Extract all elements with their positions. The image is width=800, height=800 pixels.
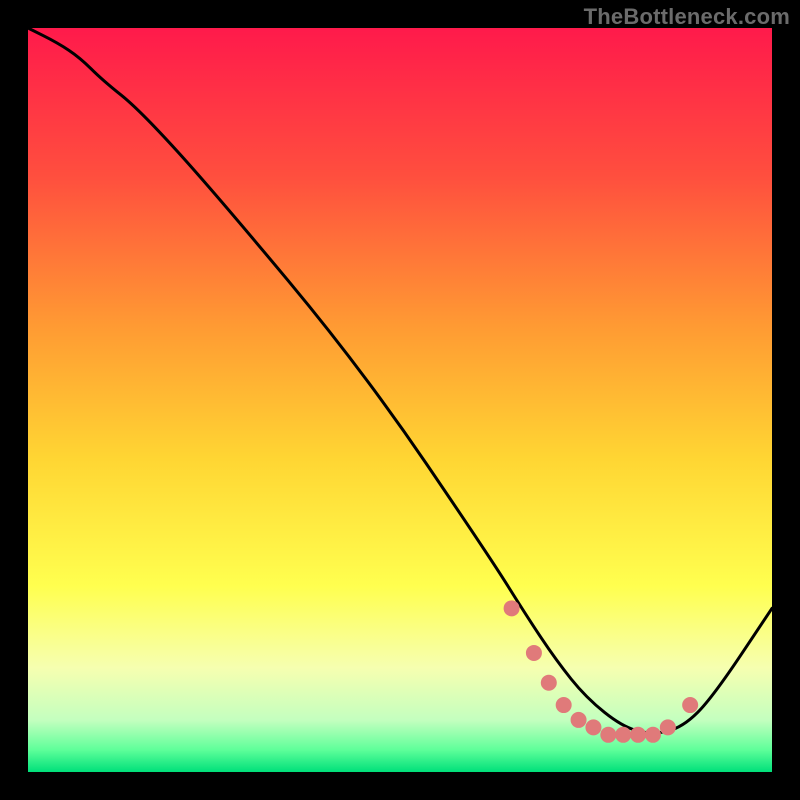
highlight-dot — [630, 727, 646, 743]
highlight-dot — [660, 719, 676, 735]
highlight-dot — [571, 712, 587, 728]
highlight-dot — [585, 719, 601, 735]
chart-frame: TheBottleneck.com — [0, 0, 800, 800]
highlight-dot — [645, 727, 661, 743]
highlight-dot — [541, 675, 557, 691]
highlight-dot — [600, 727, 616, 743]
highlight-dot — [526, 645, 542, 661]
chart-svg — [28, 28, 772, 772]
highlight-dot — [615, 727, 631, 743]
highlight-dot — [504, 600, 520, 616]
watermark-text: TheBottleneck.com — [584, 4, 790, 30]
highlight-dot — [556, 697, 572, 713]
bottleneck-curve — [28, 28, 772, 733]
highlight-dot — [682, 697, 698, 713]
